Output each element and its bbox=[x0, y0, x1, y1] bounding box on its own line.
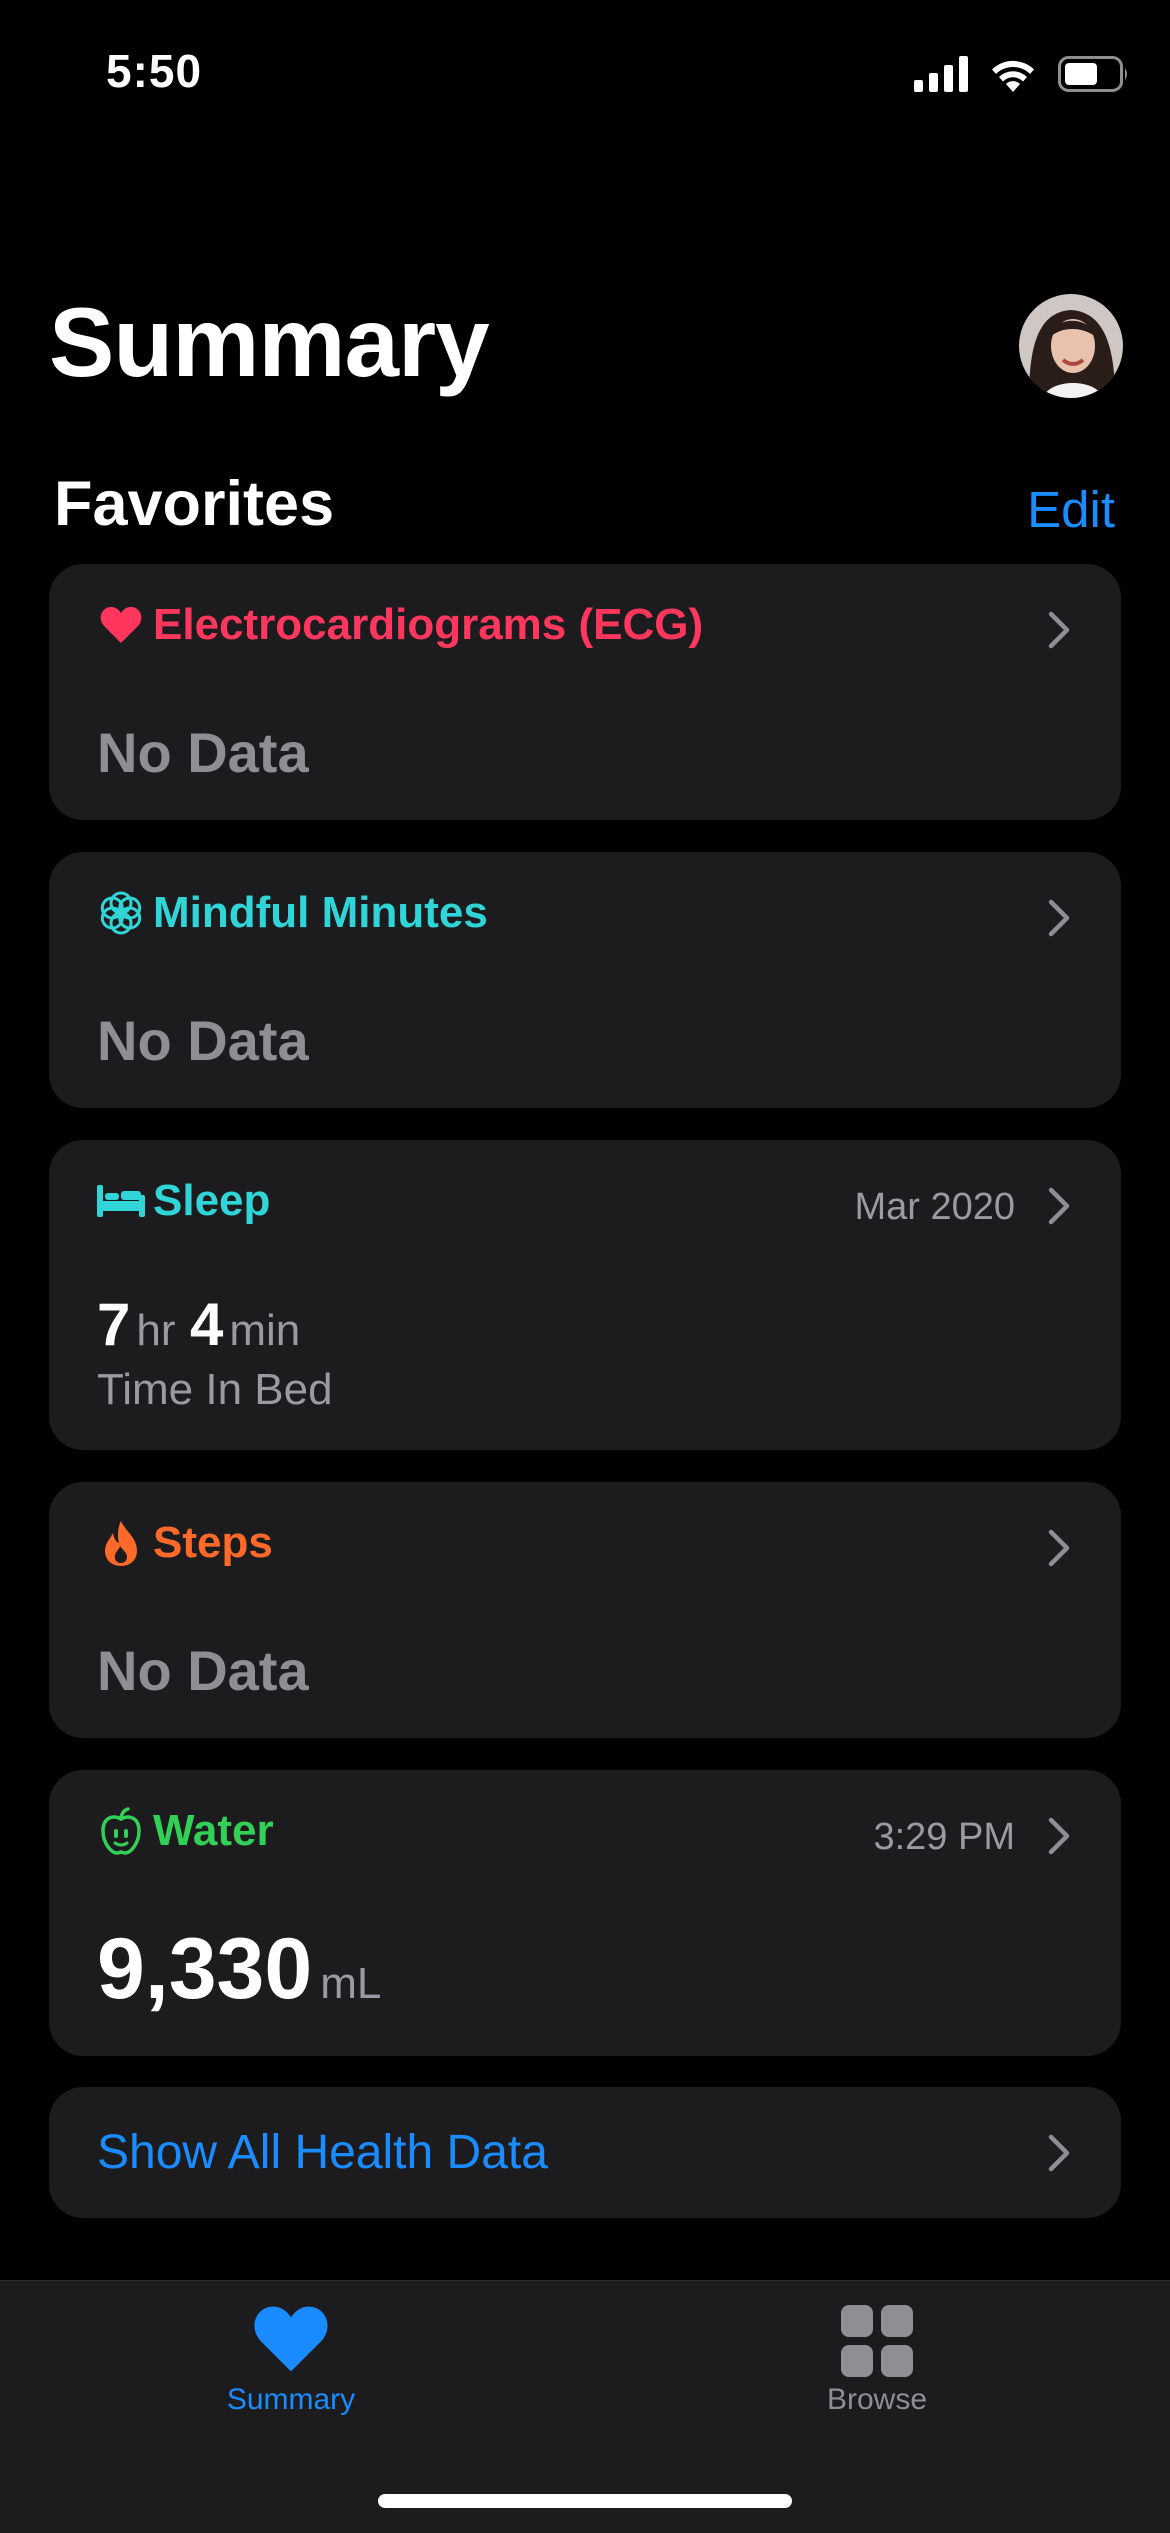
bed-icon bbox=[97, 1177, 145, 1225]
card-title: Sleep bbox=[153, 1176, 271, 1225]
status-time: 5:50 bbox=[106, 45, 203, 97]
favorite-card-mindful-minutes[interactable]: Mindful Minutes No Data bbox=[49, 852, 1121, 1108]
tab-summary[interactable]: Summary bbox=[141, 2281, 441, 2461]
card-header: Electrocardiograms (ECG) bbox=[97, 600, 703, 650]
flame-icon bbox=[97, 1519, 145, 1567]
apple-icon bbox=[97, 1807, 145, 1855]
card-value: No Data bbox=[97, 1009, 309, 1072]
water-value: 9,330 bbox=[97, 1921, 313, 2017]
sleep-hours: 7 bbox=[97, 1291, 131, 1358]
card-header: Steps bbox=[97, 1518, 273, 1568]
card-title: Steps bbox=[153, 1518, 273, 1567]
battery-icon bbox=[1058, 56, 1127, 92]
card-title: Electrocardiograms (ECG) bbox=[153, 600, 704, 649]
card-title: Water bbox=[153, 1806, 274, 1855]
page-title: Summary bbox=[49, 287, 490, 397]
tab-label: Summary bbox=[226, 2383, 356, 2416]
card-header: Mindful Minutes bbox=[97, 888, 488, 938]
water-amount: 9,330 mL bbox=[97, 1920, 381, 2019]
card-header: Water bbox=[97, 1806, 274, 1856]
favorite-card-ecg[interactable]: Electrocardiograms (ECG) No Data bbox=[49, 564, 1121, 820]
sleep-minutes: 4 bbox=[189, 1291, 224, 1358]
home-indicator bbox=[378, 2494, 792, 2508]
card-timestamp: Mar 2020 bbox=[854, 1186, 1015, 1228]
status-icons bbox=[914, 52, 1130, 96]
chevron-right-icon bbox=[1048, 899, 1070, 937]
chevron-right-icon bbox=[1048, 1529, 1070, 1567]
card-value: No Data bbox=[97, 1639, 309, 1702]
cellular-signal-icon bbox=[914, 56, 968, 92]
favorite-card-steps[interactable]: Steps No Data bbox=[49, 1482, 1121, 1738]
avatar-image bbox=[1019, 294, 1123, 398]
show-all-label: Show All Health Data bbox=[97, 2126, 548, 2179]
chevron-right-icon bbox=[1048, 611, 1070, 649]
card-value: No Data bbox=[97, 721, 309, 784]
card-header: Sleep bbox=[97, 1176, 270, 1226]
chevron-right-icon bbox=[1048, 2134, 1070, 2172]
sleep-minutes-unit: min bbox=[229, 1306, 301, 1355]
tab-label: Browse bbox=[826, 2383, 928, 2416]
sleep-duration: 7 hr 4 min bbox=[97, 1290, 300, 1359]
water-unit: mL bbox=[320, 1959, 382, 2008]
tab-browse[interactable]: Browse bbox=[727, 2281, 1027, 2461]
show-all-health-data-button[interactable]: Show All Health Data bbox=[49, 2087, 1121, 2218]
grid-icon bbox=[841, 2305, 913, 2377]
chevron-right-icon bbox=[1048, 1817, 1070, 1855]
card-title: Mindful Minutes bbox=[153, 888, 488, 937]
profile-avatar[interactable] bbox=[1019, 294, 1123, 398]
flower-icon bbox=[97, 889, 145, 937]
sleep-hours-unit: hr bbox=[136, 1306, 176, 1355]
favorites-heading: Favorites bbox=[54, 469, 335, 539]
chevron-right-icon bbox=[1048, 1187, 1070, 1225]
heart-icon bbox=[97, 601, 145, 649]
sleep-caption: Time In Bed bbox=[97, 1365, 333, 1414]
favorite-card-water[interactable]: Water 3:29 PM 9,330 mL bbox=[49, 1770, 1121, 2056]
card-timestamp: 3:29 PM bbox=[873, 1816, 1015, 1858]
favorite-card-sleep[interactable]: Sleep Mar 2020 7 hr 4 min Time In Bed bbox=[49, 1140, 1121, 1450]
wifi-icon bbox=[992, 60, 1034, 92]
edit-favorites-button[interactable]: Edit bbox=[1027, 480, 1115, 539]
heart-icon bbox=[254, 2306, 328, 2372]
